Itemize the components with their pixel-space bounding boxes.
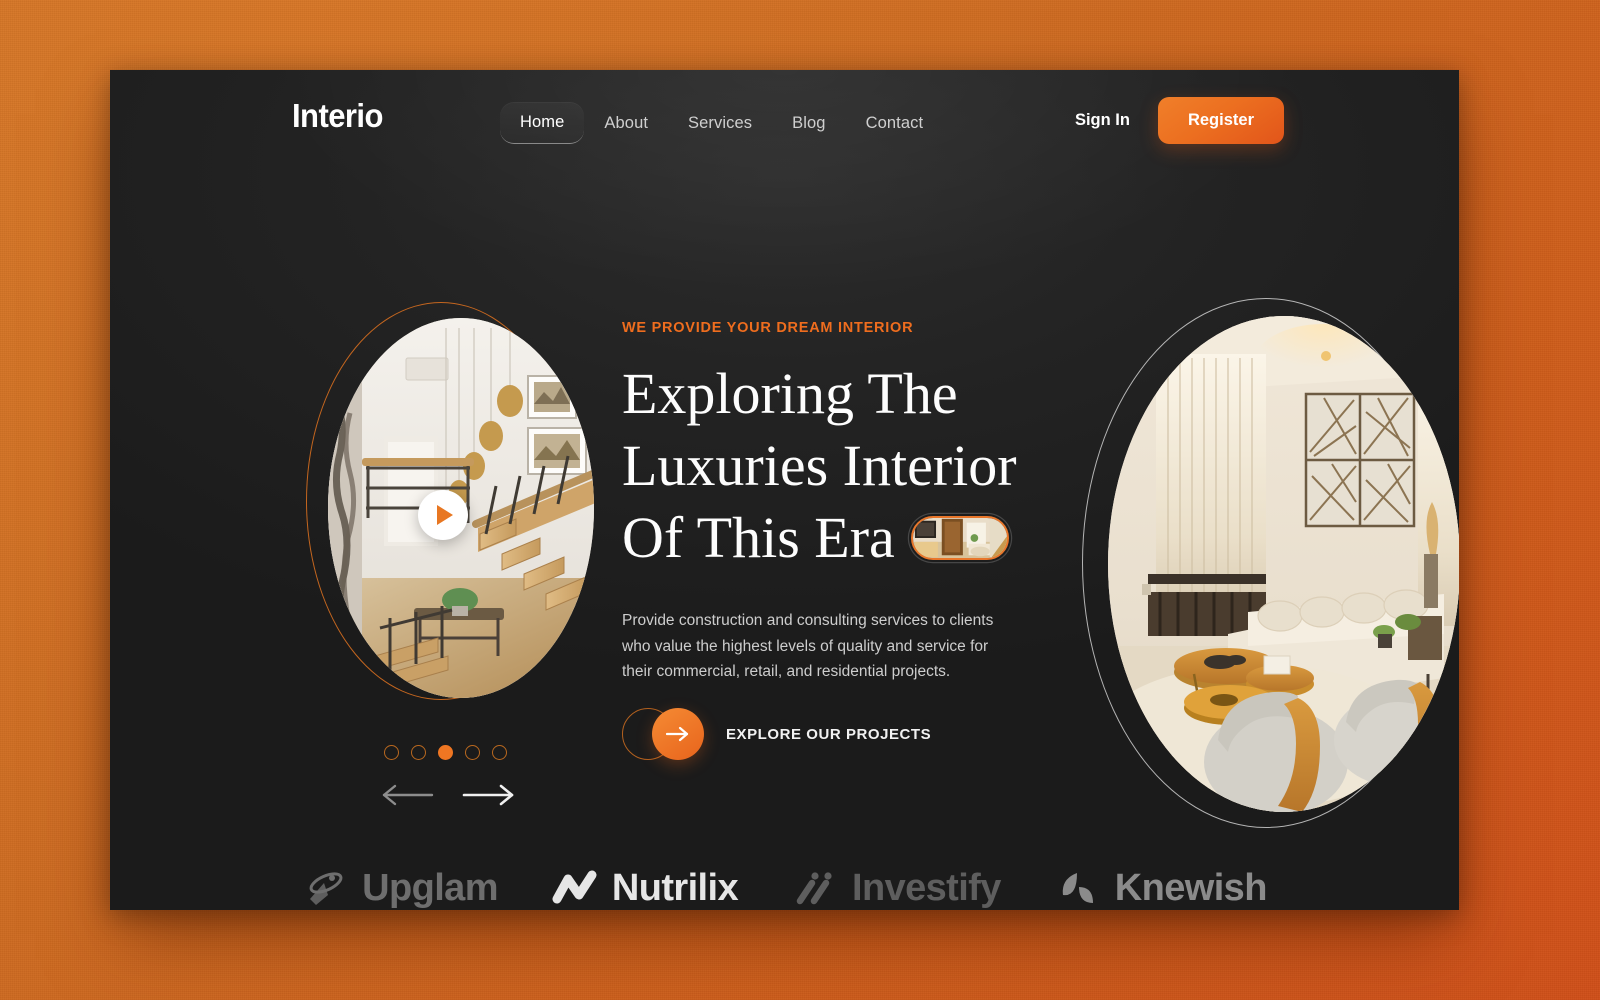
partner-logos: Upglam Nutrilix Investify Knewish: [110, 865, 1459, 910]
hero-copy: WE PROVIDE YOUR DREAM INTERIOR Exploring…: [622, 320, 1052, 685]
partner-name-investify: Investify: [852, 866, 1001, 909]
hero-headline: Exploring The Luxuries Interior Of This …: [622, 358, 1092, 574]
nav-item-blog[interactable]: Blog: [772, 103, 845, 144]
cta-arrow-button[interactable]: [652, 708, 704, 760]
hero-pill-thumbnail[interactable]: [910, 516, 1009, 560]
slashes-icon: [796, 872, 832, 905]
partner-logo-nutrilix[interactable]: Nutrilix: [552, 865, 739, 910]
nav-item-about[interactable]: About: [584, 103, 668, 144]
leaf-icon: [1062, 873, 1093, 903]
saturn-icon: [309, 872, 343, 905]
carousel-prev-arrow-icon[interactable]: [378, 780, 434, 810]
hero-card: Interio Home About Services Blog Contact…: [110, 70, 1459, 910]
play-icon: [437, 505, 453, 525]
cta-label: EXPLORE OUR PROJECTS: [726, 725, 932, 743]
nav-auth-group: Sign In Register: [1069, 97, 1284, 144]
carousel-dot-5[interactable]: [492, 745, 507, 760]
navbar: Interio Home About Services Blog Contact…: [110, 97, 1459, 160]
right-media-oval: [1082, 298, 1459, 828]
nav-item-contact[interactable]: Contact: [846, 103, 944, 144]
left-media-oval: [306, 302, 596, 714]
register-button[interactable]: Register: [1157, 97, 1284, 144]
explore-projects-cta[interactable]: EXPLORE OUR PROJECTS: [622, 708, 931, 760]
nav-item-services[interactable]: Services: [668, 103, 772, 144]
carousel-dot-4[interactable]: [465, 745, 480, 760]
cta-circle-group: [622, 708, 712, 760]
partner-logo-upglam[interactable]: Upglam: [302, 865, 498, 910]
partner-logo-investify[interactable]: Investify: [792, 865, 1001, 910]
carousel-dot-3-active[interactable]: [438, 745, 453, 760]
carousel-arrows: [378, 780, 518, 810]
nav-menu: Home About Services Blog Contact: [500, 102, 943, 144]
partner-name-upglam: Upglam: [362, 866, 498, 909]
brand-logo[interactable]: Interio: [292, 97, 383, 135]
carousel-dot-2[interactable]: [411, 745, 426, 760]
headline-line-3-row: Of This Era: [622, 502, 1009, 574]
carousel-dots: [384, 745, 507, 760]
headline-line-3: Of This Era: [622, 505, 895, 570]
headline-line-2: Luxuries Interior: [622, 433, 1017, 498]
nav-item-home[interactable]: Home: [500, 102, 585, 144]
hero-paragraph: Provide construction and consulting serv…: [622, 612, 994, 680]
play-button[interactable]: [418, 490, 468, 540]
arrow-right-icon: [666, 726, 689, 742]
hero-eyebrow: WE PROVIDE YOUR DREAM INTERIOR: [622, 320, 914, 336]
partner-name-nutrilix: Nutrilix: [611, 866, 739, 909]
zigzag-icon: [552, 870, 597, 904]
partner-logo-knewish[interactable]: Knewish: [1055, 865, 1267, 910]
carousel-next-arrow-icon[interactable]: [462, 780, 518, 810]
headline-line-1: Exploring The: [622, 361, 958, 426]
partner-name-knewish: Knewish: [1114, 866, 1268, 909]
carousel-dot-1[interactable]: [384, 745, 399, 760]
right-interior-photo: [1108, 316, 1459, 812]
sign-in-link[interactable]: Sign In: [1069, 103, 1136, 138]
